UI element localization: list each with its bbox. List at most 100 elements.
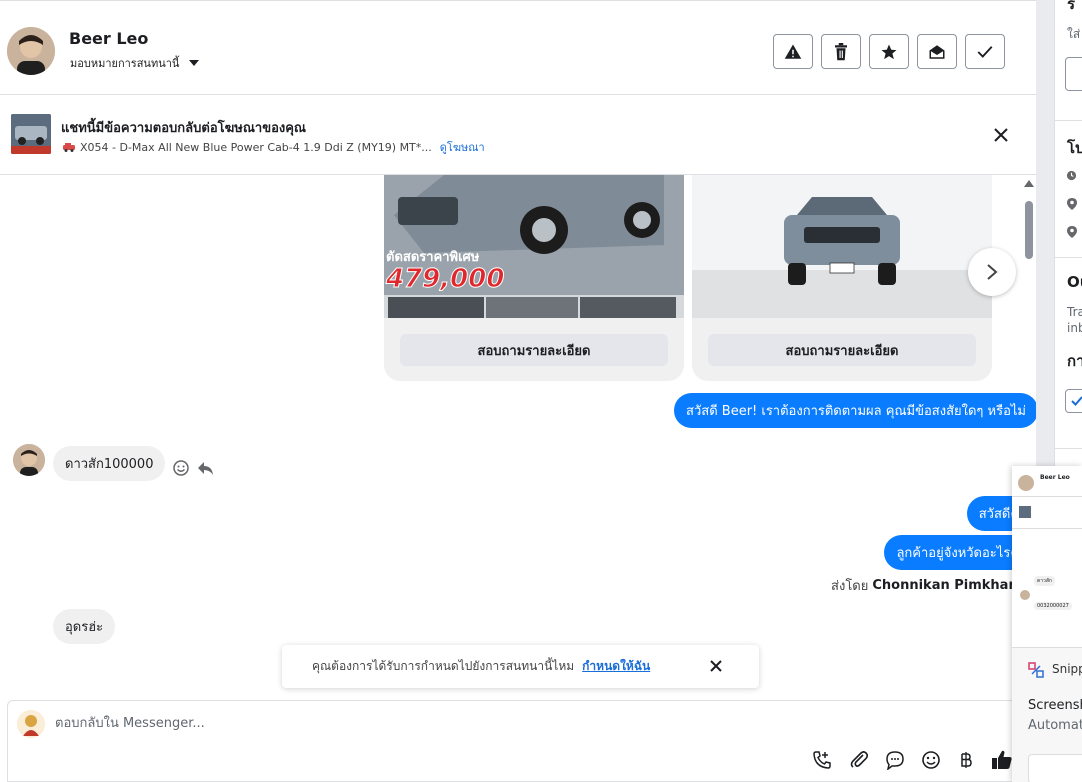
incoming-message[interactable]: อุดรฮ่ะ — [53, 609, 116, 644]
panel-section-title: โป — [1067, 139, 1082, 157]
trash-icon — [835, 42, 847, 60]
panel-select[interactable] — [1065, 57, 1082, 91]
view-ad-link[interactable]: ดูโฆษณา — [440, 138, 485, 156]
close-icon — [994, 128, 1008, 142]
panel-hint: ใส่ — [1067, 27, 1081, 41]
toast-text: คุณต้องการได้รับการกำหนดไปยังการสนทนานี้… — [312, 659, 575, 673]
panel-checkbox[interactable] — [1065, 389, 1082, 413]
sent-by-label: ส่งโดย Chonnikan Pimkham ? — [831, 575, 1038, 596]
phone-plus-icon — [813, 751, 831, 769]
divider — [1055, 257, 1082, 258]
envelope-open-icon — [929, 44, 945, 59]
snip-action[interactable] — [1028, 754, 1082, 782]
reply-icon — [198, 462, 213, 475]
ad-banner-title: แชทนี้มีข้อความตอบกลับต่อโฆษณาของคุณ — [61, 121, 306, 136]
smiley-icon — [922, 751, 940, 769]
close-ad-banner-button[interactable] — [990, 124, 1012, 146]
assign-conversation-dropdown[interactable]: มอบหมายการสนทนานี้ — [70, 54, 200, 72]
conversation-header: Beer Leo มอบหมายการสนทนานี้ — [0, 0, 1036, 95]
message-composer — [7, 700, 1036, 782]
scrollbar-thumb[interactable] — [1025, 201, 1033, 259]
price-text: 479,000 — [385, 264, 504, 294]
assign-toast: คุณต้องการได้รับการกำหนดไปยังการสนทนานี้… — [282, 645, 759, 688]
star-button[interactable] — [869, 34, 909, 69]
preview-avatar — [1018, 475, 1034, 491]
snip-line-1: Screensh — [1028, 698, 1082, 713]
preview-divider — [1012, 496, 1082, 497]
snipping-tool-icon — [1028, 662, 1044, 678]
saved-replies-button[interactable] — [884, 749, 906, 771]
screenshot-preview[interactable]: Beer Leo ดาวสัก 0032000027 — [1012, 466, 1082, 648]
scroll-up-icon — [1024, 180, 1034, 187]
panel-label: กา — [1067, 352, 1082, 370]
mark-done-button[interactable] — [965, 34, 1005, 69]
snip-line-2: Automat — [1028, 718, 1082, 733]
contact-avatar[interactable] — [7, 27, 55, 75]
ask-details-button[interactable]: สอบถามรายละเอียด — [708, 334, 976, 366]
like-button[interactable] — [991, 749, 1013, 771]
payment-button[interactable] — [955, 749, 977, 771]
clock-icon — [1066, 170, 1077, 181]
incoming-message[interactable]: ดาวสัก100000 — [53, 446, 166, 481]
ad-banner-product: X054 - D-Max All New Blue Power Cab-4 1.… — [80, 140, 432, 154]
outgoing-message[interactable]: สวัสดี Beer! เราต้องการติดตามผล คุณมีข้อ… — [674, 393, 1038, 428]
divider — [1055, 448, 1082, 449]
snip-info: Snipp Screensh Automat — [1012, 648, 1082, 782]
close-icon — [710, 660, 722, 672]
baht-icon — [961, 752, 972, 768]
assign-label: มอบหมายการสนทนานี้ — [70, 57, 180, 70]
ad-banner-subtitle: X054 - D-Max All New Blue Power Cab-4 1.… — [62, 138, 485, 156]
warning-icon — [784, 44, 802, 59]
panel-text: inb — [1067, 321, 1082, 335]
thumbs-up-icon — [992, 750, 1012, 769]
sent-by-prefix: ส่งโดย — [831, 579, 869, 594]
reply-input[interactable] — [55, 711, 755, 735]
delete-button[interactable] — [821, 34, 861, 69]
preview-divider — [1012, 528, 1082, 529]
product-image[interactable]: ตัดสดราคาพิเศษ 479,000 — [384, 175, 684, 318]
preview-name: Beer Leo — [1040, 474, 1070, 481]
assign-to-me-link[interactable]: กำหนดให้ฉัน — [582, 657, 650, 676]
panel-text: Tra — [1067, 305, 1082, 319]
chat-bubble-icon — [886, 751, 904, 770]
ask-details-button[interactable]: สอบถามรายละเอียด — [400, 334, 668, 366]
attach-button[interactable] — [848, 749, 870, 771]
paperclip-icon — [850, 751, 869, 768]
emoji-button[interactable] — [920, 749, 942, 771]
react-button[interactable] — [172, 459, 190, 477]
panel-section-title: Ou — [1067, 273, 1082, 291]
spam-button[interactable] — [773, 34, 813, 69]
panel-heading: ร — [1067, 0, 1076, 13]
close-toast-button[interactable] — [708, 658, 724, 674]
mark-unread-button[interactable] — [917, 34, 957, 69]
preview-avatar — [1020, 590, 1030, 600]
ad-carousel-card: สอบถามรายละเอียด — [692, 175, 992, 381]
check-icon — [1071, 396, 1082, 406]
location-pin-icon — [1067, 226, 1077, 238]
divider — [1055, 120, 1082, 121]
star-icon — [881, 44, 897, 59]
ad-reply-banner: แชทนี้มีข้อความตอบกลับต่อโฆษณาของคุณ X05… — [0, 95, 1036, 175]
chevron-down-icon — [189, 60, 200, 66]
contact-name[interactable]: Beer Leo — [69, 29, 148, 48]
price-banner-text: ตัดสดราคาพิเศษ — [386, 250, 480, 265]
call-button[interactable] — [811, 749, 833, 771]
chevron-right-icon — [987, 264, 998, 280]
check-icon — [977, 45, 993, 58]
ad-thumbnail[interactable] — [11, 114, 51, 154]
ad-carousel-card: ตัดสดราคาพิเศษ 479,000 สอบถามรายละเอียด — [384, 175, 684, 381]
car-icon — [63, 143, 75, 152]
sent-by-name: Chonnikan Pimkham — [872, 578, 1022, 593]
product-image[interactable] — [692, 175, 992, 318]
contact-avatar[interactable] — [13, 444, 45, 476]
preview-message: 0032000027 — [1034, 602, 1072, 610]
reply-button[interactable] — [196, 459, 214, 477]
preview-message: ดาวสัก — [1034, 576, 1055, 586]
location-pin-icon — [1067, 198, 1077, 210]
snipping-tool-notification[interactable]: Beer Leo ดาวสัก 0032000027 Snipp Screens… — [1012, 466, 1082, 782]
page-avatar — [17, 710, 45, 738]
preview-thumb — [1019, 506, 1031, 518]
snip-app-name: Snipp — [1052, 662, 1082, 676]
smiley-icon — [173, 460, 189, 476]
carousel-next-button[interactable] — [968, 248, 1016, 296]
